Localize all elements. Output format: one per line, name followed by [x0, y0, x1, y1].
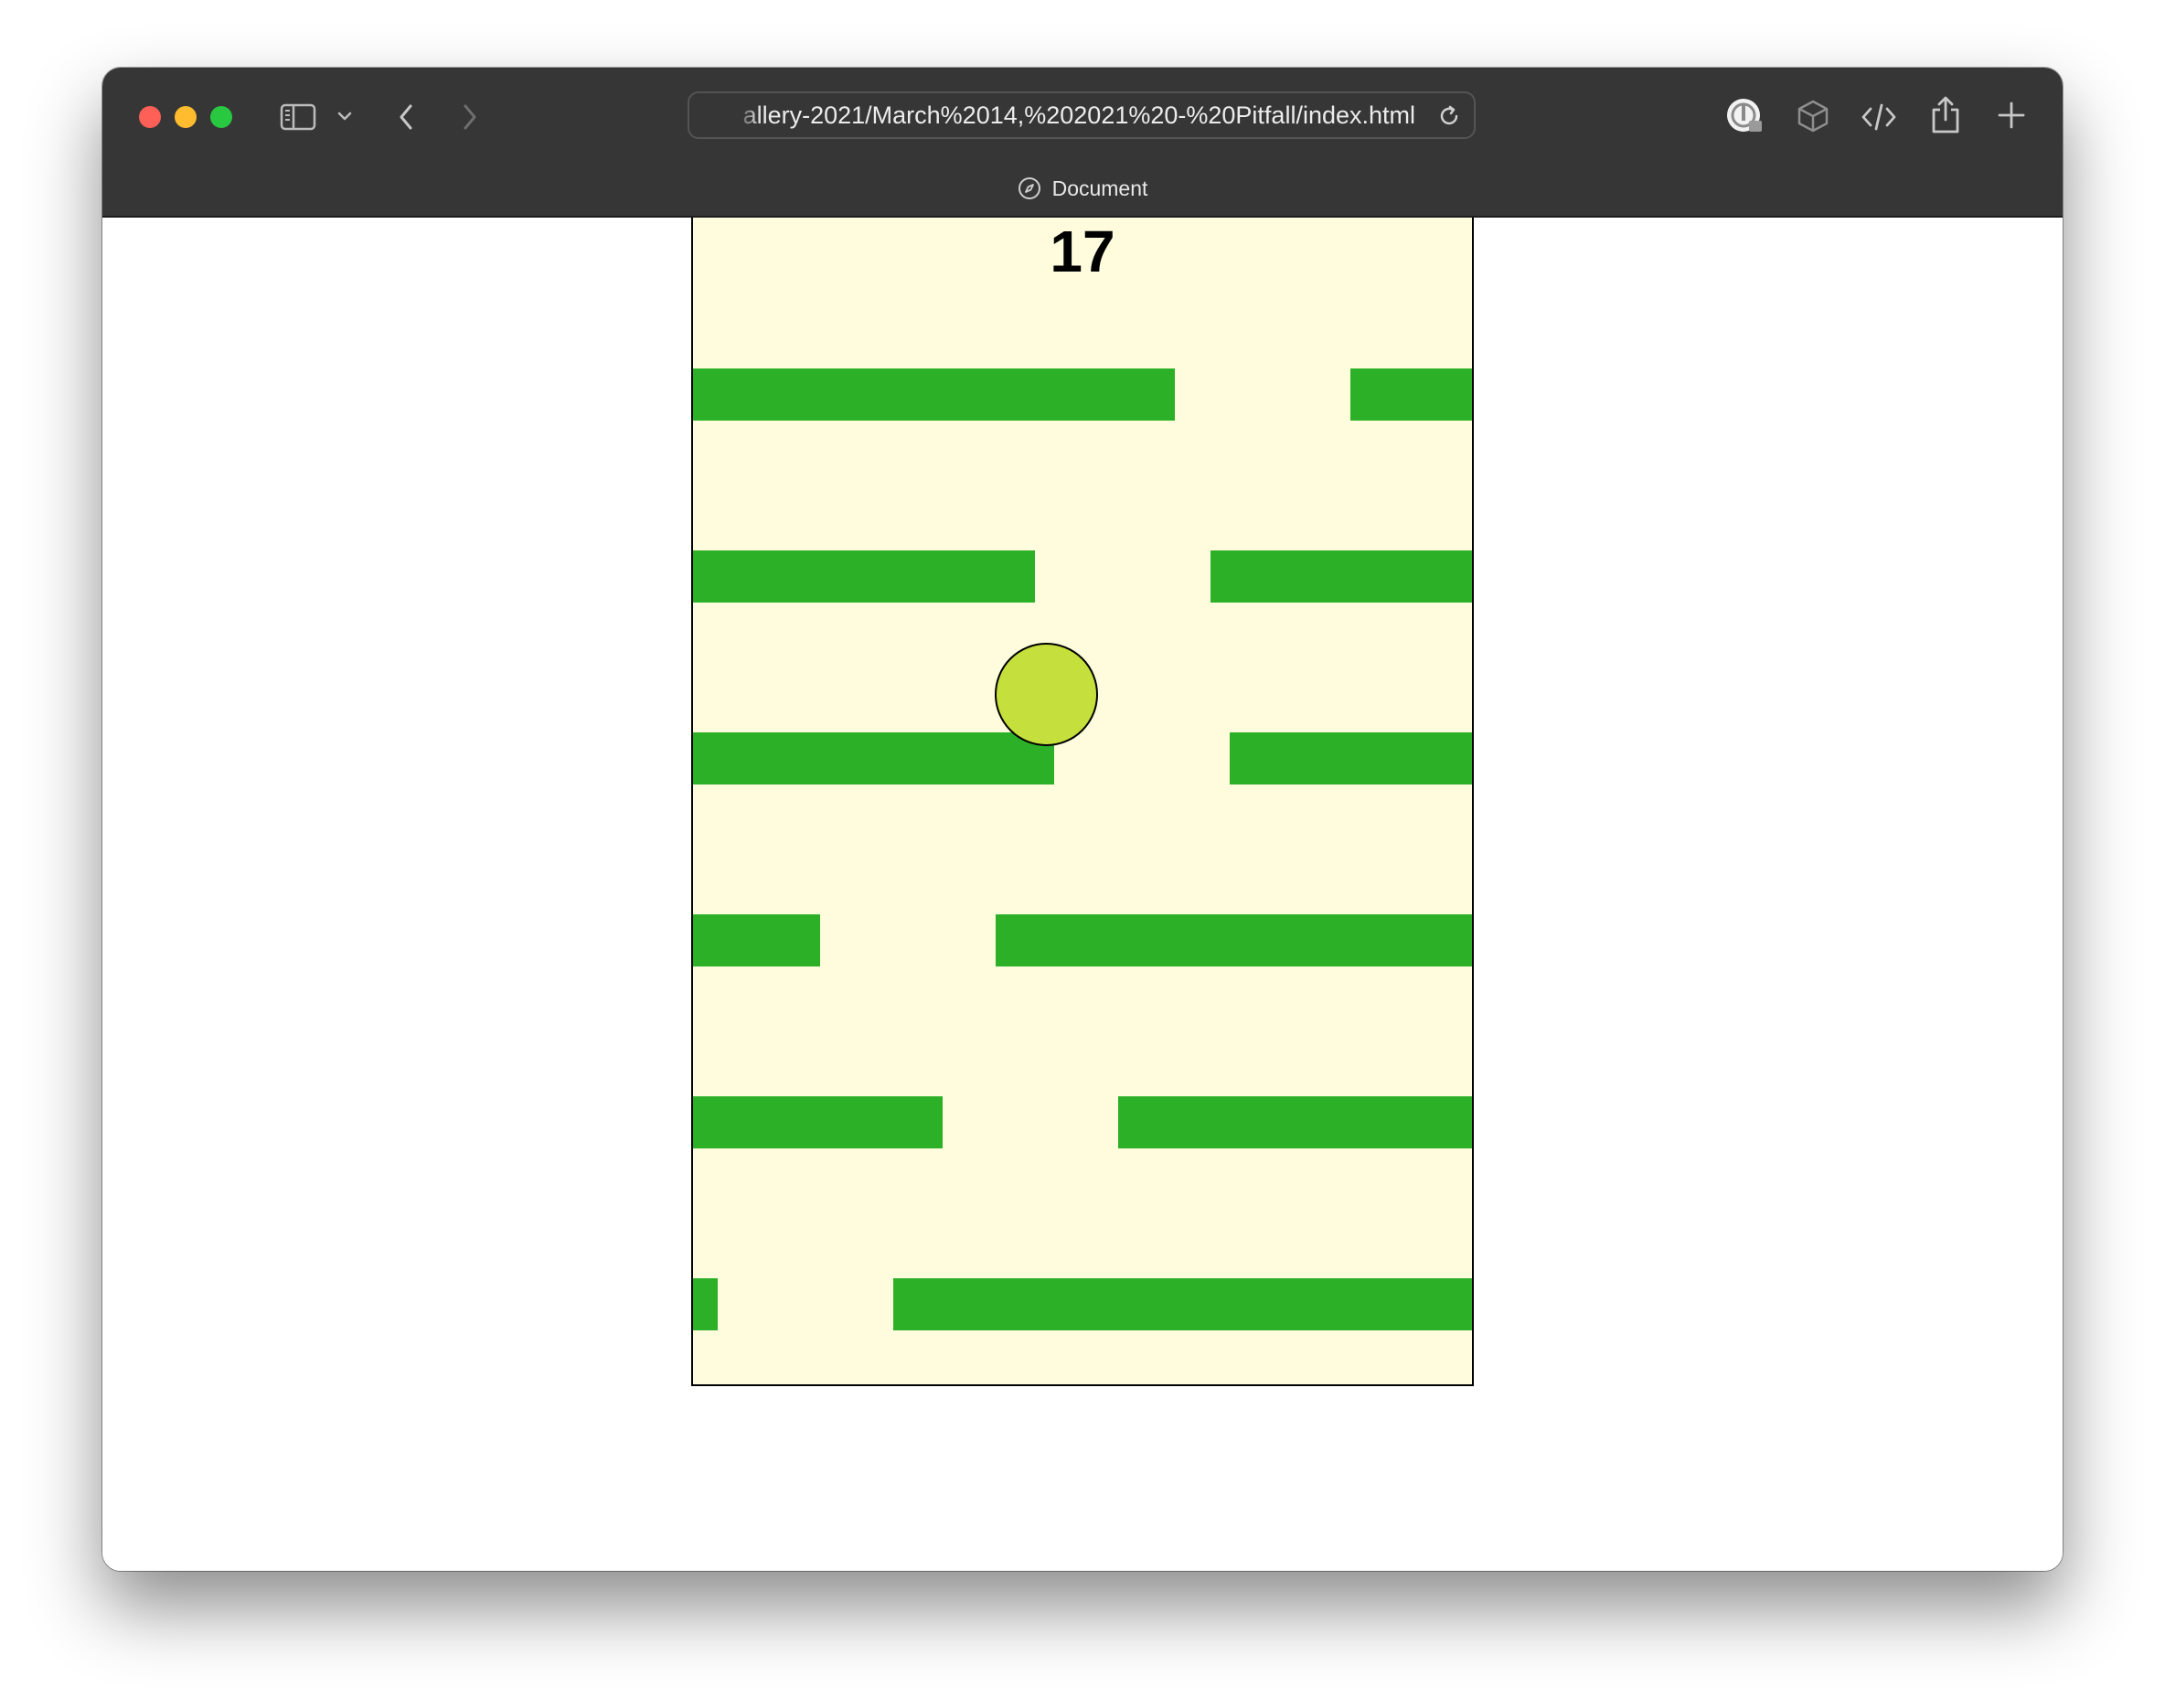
- game-canvas[interactable]: 17: [691, 218, 1474, 1386]
- address-bar[interactable]: allery-2021/March%2014,%202021%20-%20Pit…: [688, 91, 1476, 139]
- platform-row-1-left: [693, 368, 1175, 421]
- code-icon[interactable]: [1860, 99, 1898, 135]
- platform-row-6-right: [893, 1278, 1472, 1330]
- sidebar-icon[interactable]: [280, 102, 316, 132]
- extension-icon[interactable]: [1725, 97, 1764, 135]
- browser-toolbar: allery-2021/March%2014,%202021%20-%20Pit…: [102, 68, 2063, 218]
- page-viewport: 17: [102, 218, 2063, 1571]
- browser-window: allery-2021/March%2014,%202021%20-%20Pit…: [102, 68, 2063, 1571]
- compass-icon: [1018, 176, 1041, 200]
- platform-row-4-left: [693, 914, 820, 966]
- cube-icon[interactable]: [1794, 97, 1832, 135]
- platform-row-5-left: [693, 1096, 943, 1148]
- chevron-down-icon[interactable]: [335, 106, 355, 126]
- platform-row-6-left: [693, 1278, 718, 1330]
- platform-row-5-right: [1118, 1096, 1472, 1148]
- chevron-left-icon[interactable]: [393, 101, 419, 133]
- share-icon[interactable]: [1927, 95, 1964, 135]
- platform-row-3-left: [693, 732, 1054, 785]
- chevron-right-icon[interactable]: [457, 101, 483, 133]
- zoom-window-button[interactable]: [210, 106, 232, 128]
- close-window-button[interactable]: [139, 106, 161, 128]
- tab-title: Document: [1051, 176, 1148, 200]
- player-ball: [995, 643, 1098, 746]
- url-text: allery-2021/March%2014,%202021%20-%20Pit…: [742, 101, 1415, 129]
- platform-row-4-right: [996, 914, 1472, 966]
- score-display: 17: [1050, 219, 1115, 284]
- plus-icon[interactable]: [1995, 99, 2028, 132]
- tab-document[interactable]: Document: [102, 170, 2063, 207]
- minimize-window-button[interactable]: [175, 106, 197, 128]
- platform-row-1-right: [1350, 368, 1472, 421]
- reload-icon[interactable]: [1437, 104, 1461, 128]
- platform-row-2-right: [1210, 550, 1472, 603]
- platform-row-3-right: [1230, 732, 1472, 785]
- platform-row-2-left: [693, 550, 1035, 603]
